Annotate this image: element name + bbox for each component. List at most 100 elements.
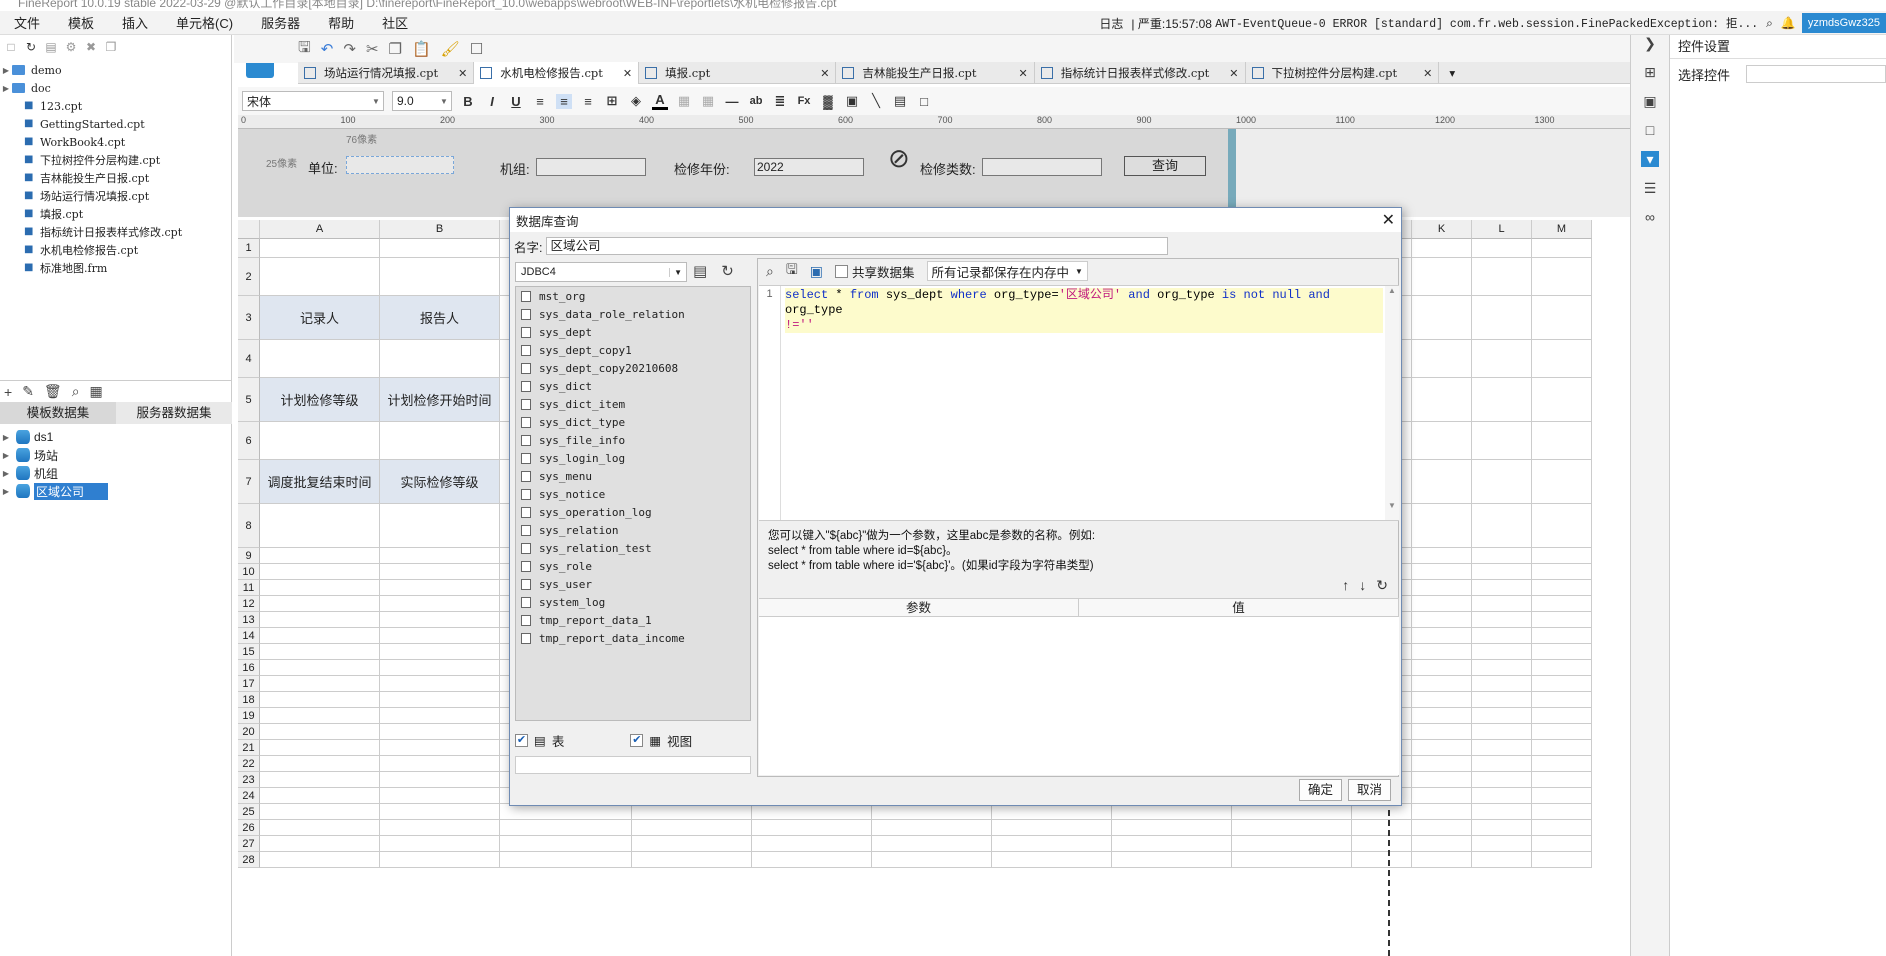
trash-icon[interactable]: 🗑 (44, 383, 62, 400)
grid-cell[interactable] (380, 756, 500, 772)
tree-folder[interactable]: ▶ demo (0, 61, 231, 79)
redo-icon[interactable]: ↷ (343, 40, 356, 58)
grid-cell[interactable] (1472, 772, 1532, 788)
column-header[interactable]: M (1532, 220, 1592, 239)
sql-editor[interactable]: 1 select * from sys_dept where org_type=… (759, 285, 1399, 521)
grid-cell[interactable] (1412, 740, 1472, 756)
grid-cell[interactable] (1412, 296, 1472, 340)
bold-button[interactable]: B (460, 94, 476, 109)
tab-template-active[interactable]: 水机电检修报告.cpt ✕ (474, 62, 640, 84)
row-header[interactable]: 26 (238, 820, 260, 836)
tree-file[interactable]: ■ 填报.cpt (0, 205, 231, 223)
grid-cell[interactable] (632, 804, 752, 820)
grid-cell[interactable] (1232, 836, 1352, 852)
grid-cell[interactable] (260, 548, 380, 564)
grid-cell[interactable] (1472, 708, 1532, 724)
grid-cell[interactable] (1232, 820, 1352, 836)
grid-cell[interactable] (1412, 596, 1472, 612)
grid-cell[interactable] (1412, 628, 1472, 644)
properties-icon[interactable]: ▤ (44, 40, 58, 54)
grid-cell[interactable] (1412, 580, 1472, 596)
delete-icon[interactable]: ✖ (84, 40, 98, 54)
widget-icon[interactable]: □ (916, 94, 932, 109)
align-left-icon[interactable]: ≡ (532, 94, 548, 109)
tab-template-dataset[interactable]: 模板数据集 (0, 402, 116, 424)
grid-cell[interactable] (1412, 772, 1472, 788)
grid-cell[interactable] (1112, 804, 1232, 820)
grid-cell[interactable] (260, 724, 380, 740)
copy-icon[interactable]: ❐ (104, 40, 118, 54)
grid-cell[interactable] (1352, 804, 1412, 820)
grid-cell[interactable] (1532, 564, 1592, 580)
grid-cell[interactable] (1532, 628, 1592, 644)
tables-checkbox[interactable]: ✔ (515, 733, 528, 747)
table-item[interactable]: system_log (516, 593, 750, 611)
grid-cell[interactable] (752, 836, 872, 852)
tree-file[interactable]: ■ 吉林能投生产日报.cpt (0, 169, 231, 187)
grid-cell[interactable] (500, 804, 632, 820)
grid-cell[interactable] (1532, 756, 1592, 772)
row-header[interactable]: 1 (238, 239, 260, 258)
grid-cell[interactable] (1532, 772, 1592, 788)
grid-cell[interactable] (1412, 692, 1472, 708)
table-item[interactable]: sys_dept_copy1 (516, 341, 750, 359)
group-combobox[interactable] (536, 158, 646, 176)
link-icon[interactable]: ― (724, 94, 740, 109)
tree-file[interactable]: ■ 下拉树控件分层构建.cpt (0, 151, 231, 169)
row-header[interactable]: 24 (238, 788, 260, 804)
grid-cell[interactable] (872, 820, 992, 836)
wrap-icon[interactable]: ≣ (772, 93, 788, 109)
grid-cell[interactable] (1412, 724, 1472, 740)
grid-cell[interactable] (632, 852, 752, 868)
grid-cell[interactable] (1472, 804, 1532, 820)
paste-icon[interactable]: 📋 (412, 40, 431, 58)
grid-cell[interactable] (1112, 820, 1232, 836)
grid-cell[interactable] (260, 239, 380, 258)
parameter-divider[interactable] (1228, 129, 1236, 217)
grid-cell[interactable] (1472, 296, 1532, 340)
close-icon[interactable]: ✕ (1229, 67, 1238, 80)
menu-file[interactable]: 文件 (0, 13, 54, 32)
grid-cell[interactable] (992, 820, 1112, 836)
grid-cell[interactable] (1412, 548, 1472, 564)
italic-button[interactable]: I (484, 94, 500, 109)
select-widget-input[interactable] (1746, 65, 1886, 83)
grid-cell[interactable] (380, 340, 500, 378)
close-icon[interactable]: ✕ (458, 67, 467, 80)
table-item[interactable]: tmp_report_data_income (516, 629, 750, 647)
grid-cell[interactable] (1472, 378, 1532, 422)
align-center-icon[interactable]: ≡ (556, 93, 572, 109)
grid-cell[interactable] (380, 564, 500, 580)
grid-cell[interactable] (380, 724, 500, 740)
grid-cell[interactable] (1472, 612, 1532, 628)
row-header[interactable]: 20 (238, 724, 260, 740)
grid-cell[interactable] (1532, 580, 1592, 596)
tab-menu[interactable]: ▾ (1443, 62, 1461, 84)
row-header[interactable]: 25 (238, 804, 260, 820)
grid-cell[interactable] (260, 504, 380, 548)
grid-cell[interactable] (1472, 852, 1532, 868)
row-header[interactable]: 6 (238, 422, 260, 460)
query-button[interactable]: 查询 (1124, 156, 1206, 176)
row-header[interactable]: 23 (238, 772, 260, 788)
grid-cell[interactable] (260, 612, 380, 628)
grid-cell[interactable] (260, 258, 380, 296)
grid-cell[interactable] (1412, 660, 1472, 676)
close-icon[interactable]: ✕ (1423, 67, 1432, 80)
row-header[interactable]: 2 (238, 258, 260, 296)
table-item[interactable]: sys_dict_item (516, 395, 750, 413)
grid-cell[interactable] (1532, 296, 1592, 340)
grid-cell[interactable] (1412, 460, 1472, 504)
grid-cell[interactable] (1532, 258, 1592, 296)
settings-icon[interactable]: ⚙ (64, 40, 78, 54)
close-icon[interactable]: ✕ (1019, 67, 1028, 80)
grid-cell[interactable] (260, 820, 380, 836)
grid-cell[interactable] (1472, 580, 1532, 596)
grid-cell[interactable] (260, 772, 380, 788)
grid-cell[interactable] (380, 504, 500, 548)
grid-cell[interactable] (1412, 804, 1472, 820)
row-header[interactable]: 27 (238, 836, 260, 852)
grid-cell[interactable] (1352, 820, 1412, 836)
grid-cell[interactable] (1472, 628, 1532, 644)
grid-cell[interactable] (380, 836, 500, 852)
